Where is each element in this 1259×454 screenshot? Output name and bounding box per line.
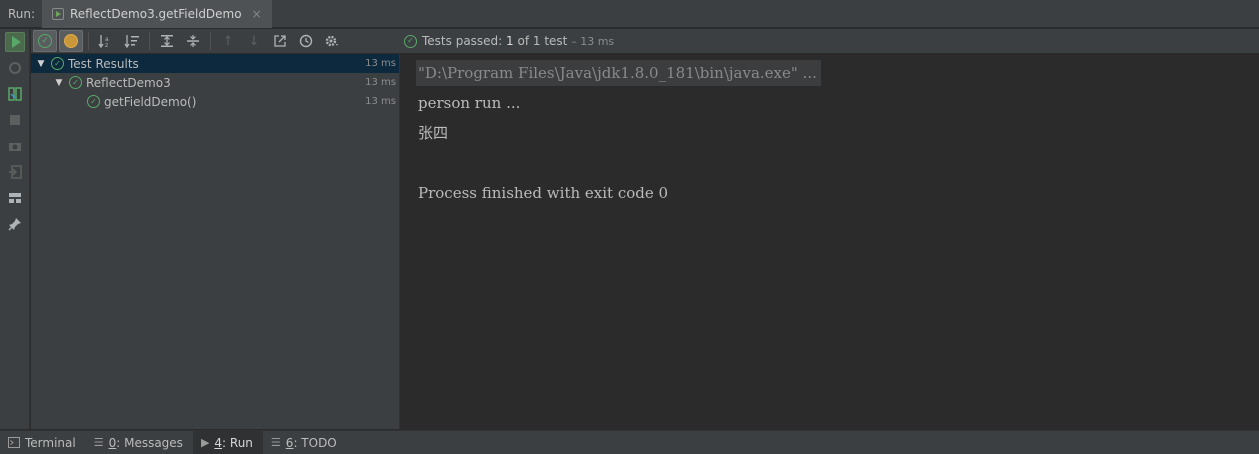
exit-icon: [9, 165, 22, 179]
tree-row-reflectdemo3[interactable]: ▼ ✓ ReflectDemo3 13 ms: [31, 73, 399, 92]
status-passed-count: 1: [506, 34, 514, 48]
tree-row-time: 13 ms: [365, 96, 396, 107]
console-line: "D:\Program Files\Java\jdk1.8.0_181\bin\…: [416, 60, 1259, 90]
toolbar-separator: [210, 32, 211, 50]
messages-icon: ☰: [93, 436, 104, 449]
todo-label: 6: TODO: [285, 435, 337, 450]
rerun-failed-button[interactable]: [0, 55, 30, 81]
toolbar-separator: [149, 32, 150, 50]
collapse-all-button[interactable]: [181, 30, 205, 52]
stop-button[interactable]: [0, 107, 30, 133]
console-line: 张四: [418, 124, 449, 142]
expand-all-button[interactable]: [155, 30, 179, 52]
passed-check-icon: ✓: [69, 76, 82, 89]
close-tab-icon[interactable]: ×: [252, 7, 262, 21]
sort-alphabetically-button[interactable]: az: [94, 30, 118, 52]
tool-window-bar: Terminal ☰ 0: Messages ▶ 4: Run ☰ 6: TOD…: [0, 430, 1259, 454]
status-duration: – 13 ms: [571, 34, 615, 48]
arrow-down-icon: ↓: [248, 33, 260, 49]
todo-list-icon: ☰: [270, 436, 281, 449]
run-config-tab-title: ReflectDemo3.getFieldDemo: [70, 6, 242, 21]
console-command-line[interactable]: "D:\Program Files\Java\jdk1.8.0_181\bin\…: [416, 60, 821, 86]
tree-row-label: getFieldDemo(): [104, 94, 197, 109]
ignored-ball-icon: [64, 34, 78, 48]
dump-threads-button[interactable]: [0, 133, 30, 159]
export-icon: [274, 35, 286, 47]
run-play-icon: ▶: [200, 436, 210, 449]
tree-row-label: ReflectDemo3: [86, 75, 171, 90]
sort-duration-icon: [124, 35, 139, 48]
collapse-all-icon: [187, 35, 199, 47]
settings-button[interactable]: [320, 30, 344, 52]
run-config-tab[interactable]: ReflectDemo3.getFieldDemo ×: [42, 0, 272, 28]
left-action-toolbar: [0, 29, 30, 429]
expand-arrow-icon[interactable]: ▼: [53, 78, 65, 88]
passed-check-icon: ✓: [51, 57, 64, 70]
expand-arrow-icon[interactable]: ▼: [35, 59, 47, 69]
rerun-button[interactable]: [0, 29, 30, 55]
toggle-auto-test-button[interactable]: [0, 81, 30, 107]
export-results-button[interactable]: [268, 30, 292, 52]
tree-row-time: 13 ms: [365, 58, 396, 69]
show-passed-button[interactable]: ✓: [33, 30, 57, 52]
test-results-tree: ▼ ✓ Test Results 13 ms ▼ ✓ ReflectDemo3 …: [31, 54, 400, 429]
arrow-up-icon: ↑: [222, 33, 234, 49]
sort-by-duration-button[interactable]: [120, 30, 144, 52]
status-of-text: of 1 test: [517, 34, 568, 48]
messages-tool-button[interactable]: ☰ 0: Messages: [86, 431, 193, 454]
rerun-failed-icon: [9, 62, 21, 74]
next-failed-button[interactable]: ↓: [242, 30, 266, 52]
layout-icon: [9, 193, 21, 203]
play-icon: [5, 32, 25, 52]
layout-button[interactable]: [0, 185, 30, 211]
svg-text:z: z: [105, 42, 108, 48]
terminal-icon: [8, 437, 20, 448]
console-line: Process finished with exit code 0: [418, 184, 669, 202]
check-circle-icon: ✓: [38, 34, 52, 48]
tree-row-test-results[interactable]: ▼ ✓ Test Results 13 ms: [31, 54, 399, 73]
history-clock-icon: [299, 34, 313, 48]
passed-check-icon: ✓: [404, 34, 417, 48]
test-tree-toolbar: ✓ az ↑ ↓: [31, 29, 400, 53]
console-output[interactable]: "D:\Program Files\Java\jdk1.8.0_181\bin\…: [400, 54, 1259, 429]
console-line: person run ...: [418, 94, 521, 112]
stop-icon: [10, 115, 20, 125]
status-prefix: Tests passed:: [422, 34, 503, 48]
passed-check-icon: ✓: [87, 95, 100, 108]
run-tool-button[interactable]: ▶ 4: Run: [192, 430, 263, 454]
show-ignored-button[interactable]: [59, 30, 83, 52]
test-config-icon: [52, 7, 64, 20]
auto-test-icon: [8, 87, 22, 101]
pin-icon: [8, 218, 21, 231]
run-toolwindow-header: Run: ReflectDemo3.getFieldDemo ×: [0, 0, 1259, 28]
run-label: Run:: [8, 6, 36, 21]
run-label-bottom: 4: Run: [214, 435, 253, 450]
tree-row-time: 13 ms: [365, 77, 396, 88]
camera-icon: [9, 143, 21, 151]
gear-icon: [325, 35, 338, 47]
pin-tab-button[interactable]: [0, 211, 30, 237]
tree-row-getfielddemo[interactable]: ✓ getFieldDemo() 13 ms: [31, 92, 399, 111]
tree-row-label: Test Results: [68, 56, 139, 71]
exit-button[interactable]: [0, 159, 30, 185]
test-status-bar: ✓ Tests passed: 1 of 1 test – 13 ms: [400, 29, 1259, 53]
test-history-button[interactable]: [294, 30, 318, 52]
previous-failed-button[interactable]: ↑: [216, 30, 240, 52]
messages-label: 0: Messages: [108, 435, 183, 450]
terminal-tool-button[interactable]: Terminal: [0, 431, 86, 454]
expand-all-icon: [161, 35, 173, 47]
terminal-label: Terminal: [25, 435, 76, 450]
toolbar-separator: [88, 32, 89, 50]
todo-tool-button[interactable]: ☰ 6: TODO: [263, 431, 347, 454]
sort-alpha-icon: az: [98, 35, 109, 48]
